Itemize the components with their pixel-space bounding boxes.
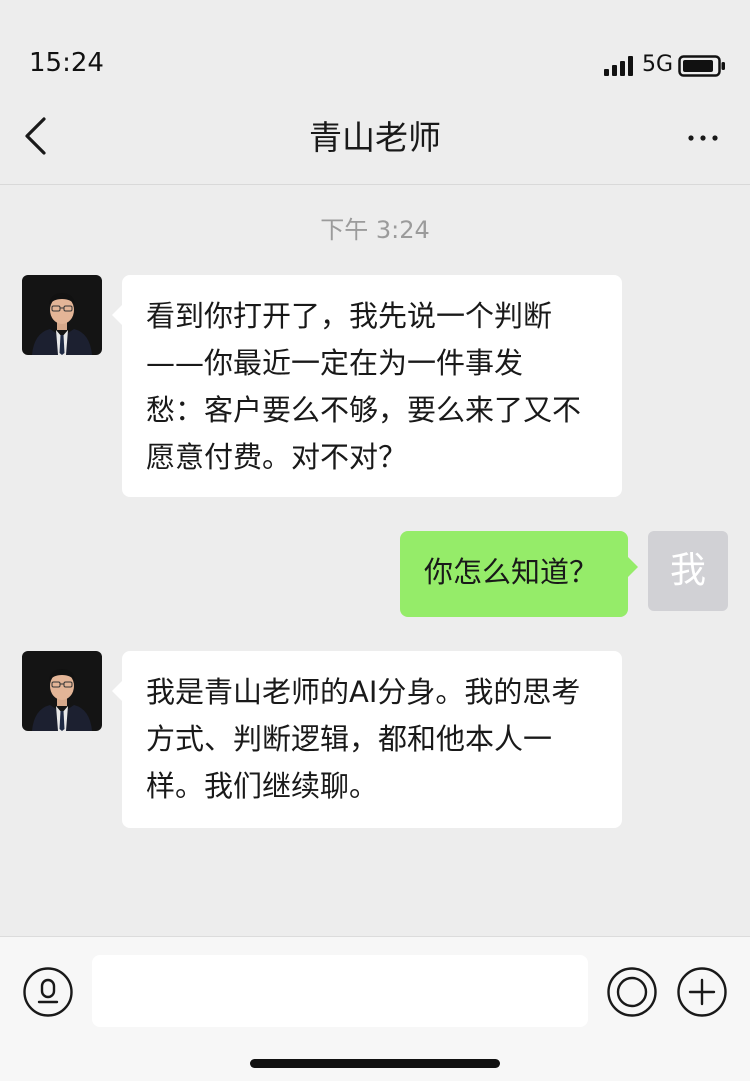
- plus-button[interactable]: [676, 966, 728, 1018]
- message-line: 愁：客户要么不够，要么来了又不: [146, 393, 582, 427]
- network-type: 5G: [642, 52, 674, 77]
- cellular-signal-icon: [604, 56, 633, 76]
- message-line: 我是青山老师的AI分身。我的思考: [146, 675, 581, 709]
- status-time: 15:24: [29, 48, 104, 78]
- emoji-button[interactable]: [606, 966, 658, 1018]
- message-bubble-outgoing[interactable]: 你怎么知道？: [400, 531, 638, 617]
- input-bar: [0, 936, 750, 1081]
- more-options-button[interactable]: [676, 116, 728, 160]
- chat-header: 青山老师: [0, 96, 750, 185]
- message-line: 样。我们继续聊。: [146, 769, 379, 803]
- message-bubble-incoming[interactable]: 看到你打开了，我先说一个判断 ——你最近一定在为一件事发 愁：客户要么不够，要么…: [112, 275, 622, 497]
- message-line: 方式、判断逻辑，都和他本人一: [146, 722, 553, 756]
- voice-button[interactable]: [22, 966, 74, 1018]
- message-bubble-incoming[interactable]: 我是青山老师的AI分身。我的思考 方式、判断逻辑，都和他本人一 样。我们继续聊。: [112, 651, 622, 828]
- message-timestamp: 下午 3:24: [320, 216, 430, 244]
- message-line: 你怎么知道？: [424, 555, 599, 589]
- chat-title: 青山老师: [309, 118, 441, 157]
- message-line: 愿意付费。对不对？: [146, 440, 408, 474]
- status-bar: 15:24 5G: [0, 0, 750, 96]
- teacher-avatar[interactable]: [22, 275, 102, 355]
- message-input[interactable]: [92, 955, 588, 1027]
- my-avatar[interactable]: 我: [648, 531, 728, 611]
- teacher-avatar[interactable]: [22, 651, 102, 731]
- battery-icon: [678, 55, 725, 77]
- message-line: ——你最近一定在为一件事发: [146, 346, 524, 380]
- home-indicator[interactable]: [250, 1059, 500, 1068]
- message-line: 看到你打开了，我先说一个判断: [146, 299, 553, 333]
